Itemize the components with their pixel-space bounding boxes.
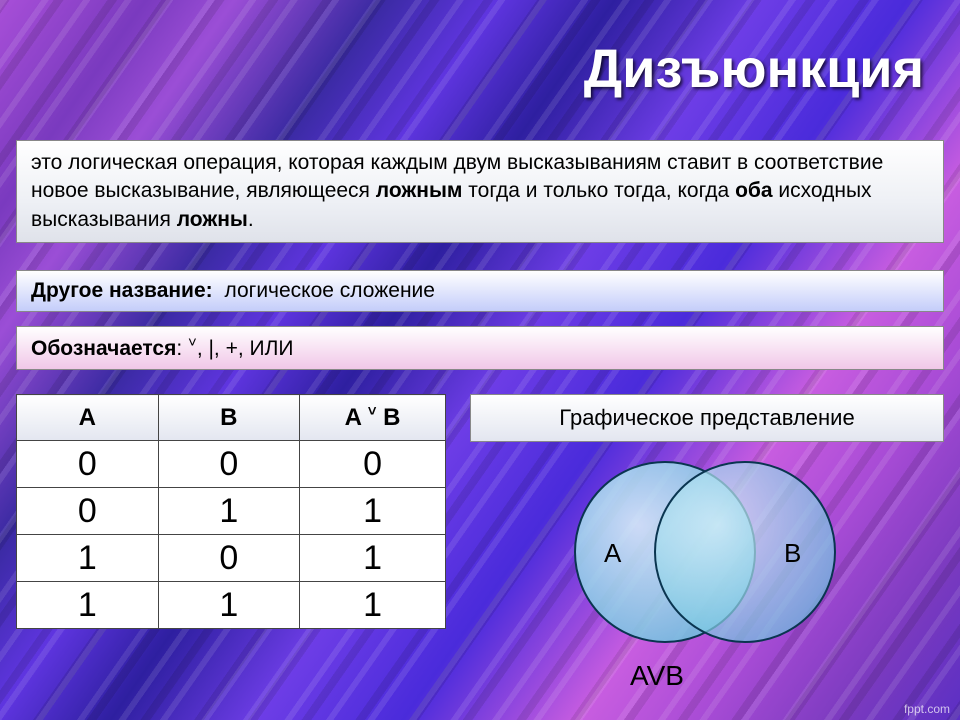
truth-table: A B A ˅ B 0 0 0 0 1 1 1 0 1 1 1 1 [16,394,446,629]
notation-rest: , |, +, ИЛИ [197,337,294,360]
venn-diagram: A B [560,452,850,652]
definition-box: это логическая операция, которая каждым … [16,140,944,243]
alt-name-value: логическое сложение [224,279,434,302]
venn-label-a: A [604,538,621,569]
th-expr-a: A [345,404,368,431]
th-a: A [17,395,159,441]
definition-bold1: ложным [376,179,463,202]
alt-name-label: Другое название: [31,279,213,302]
cell-b: 1 [158,582,300,629]
cell-a: 0 [17,441,159,488]
definition-post: . [248,208,254,231]
footer-credit: fppt.com [904,702,950,716]
cell-a: 1 [17,535,159,582]
slide-title: Дизъюнкция [584,38,924,100]
cell-r: 1 [300,582,446,629]
cell-b: 1 [158,488,300,535]
graphic-header: Графическое представление [470,394,944,442]
cell-r: 0 [300,441,446,488]
venn-caption: AVB [630,660,684,692]
cell-a: 1 [17,582,159,629]
definition-bold2: оба [735,179,772,202]
table-header-row: A B A ˅ B [17,395,446,441]
cell-b: 0 [158,535,300,582]
th-expr: A ˅ B [300,395,446,441]
table-row: 1 0 1 [17,535,446,582]
notation-colon: : [176,337,182,360]
cell-a: 0 [17,488,159,535]
table-row: 0 1 1 [17,488,446,535]
venn-label-b: B [784,538,801,569]
cell-r: 1 [300,535,446,582]
table-row: 0 0 0 [17,441,446,488]
notation-vee: ˅ [188,334,197,351]
notation-label: Обозначается [31,337,176,360]
table-row: 1 1 1 [17,582,446,629]
definition-mid1: тогда и только тогда, когда [462,179,735,202]
definition-bold3: ложны [177,208,248,231]
cell-b: 0 [158,441,300,488]
cell-r: 1 [300,488,446,535]
notation-box: Обозначается: ˅, |, +, ИЛИ [16,326,944,370]
th-b: B [158,395,300,441]
th-expr-b: B [377,404,401,431]
alt-name-box: Другое название: логическое сложение [16,270,944,312]
th-expr-vee: ˅ [368,403,377,420]
